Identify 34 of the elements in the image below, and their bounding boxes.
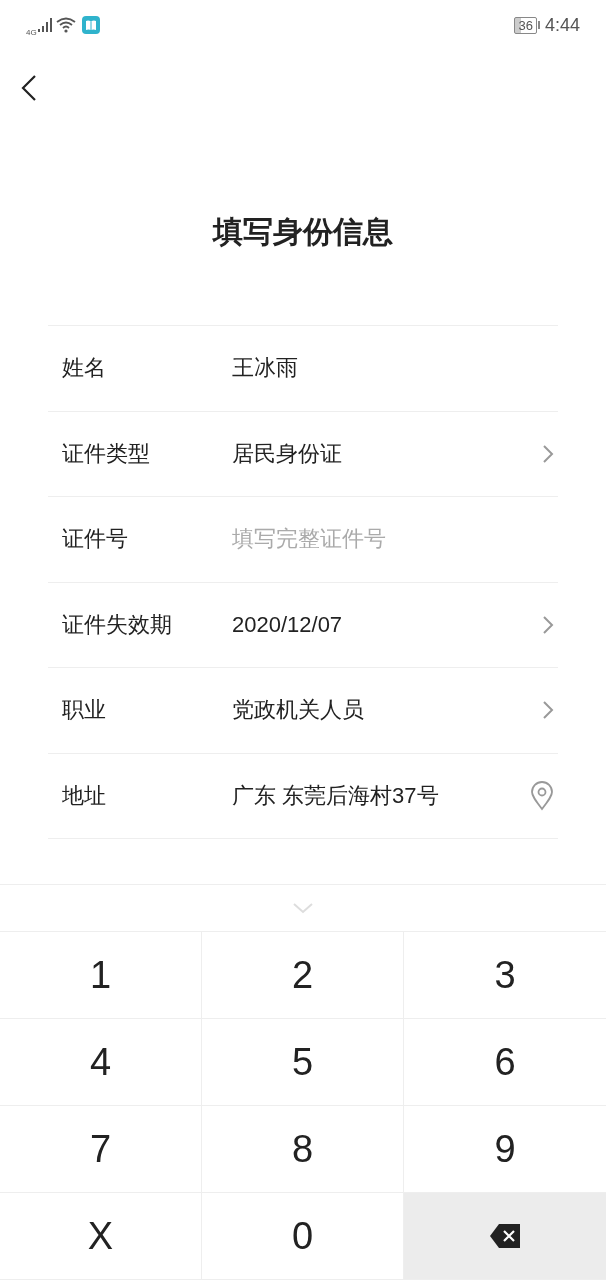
chevron-right-icon [542, 443, 554, 464]
location-pin-icon[interactable] [530, 780, 554, 811]
clock: 4:44 [544, 14, 580, 36]
key-button[interactable]: 4 [0, 1019, 202, 1106]
input-field[interactable]: 填写完整证件号 [232, 524, 558, 555]
field-value[interactable]: 居民身份证 [232, 438, 542, 469]
field-label: 证件号 [62, 525, 129, 554]
field-label: 证件类型 [62, 439, 151, 468]
page-title: 填写身份信息 [213, 213, 393, 251]
field-value[interactable]: 广东 东莞后海村37号 [232, 780, 530, 811]
chevron-right-icon [542, 614, 554, 635]
key-button[interactable]: 5 [202, 1019, 404, 1106]
wifi-icon [55, 17, 78, 33]
network-label: 4G [26, 27, 37, 37]
field-label: 证件失效期 [62, 610, 173, 639]
key-button[interactable]: 0 [202, 1193, 404, 1280]
backspace-icon [490, 1224, 520, 1248]
key-button[interactable]: 8 [202, 1106, 404, 1193]
key-button[interactable]: X [0, 1193, 202, 1280]
field-value[interactable]: 王冰雨 [232, 353, 558, 384]
key-button[interactable]: 7 [0, 1106, 202, 1193]
field-value[interactable]: 党政机关人员 [232, 695, 542, 726]
book-app-icon [81, 16, 100, 34]
key-button[interactable]: 2 [202, 932, 404, 1019]
back-icon[interactable] [20, 73, 38, 102]
signal-icon [37, 18, 52, 32]
field-value[interactable]: 2020/12/07 [232, 611, 542, 638]
field-label: 姓名 [62, 354, 107, 383]
field-label: 职业 [62, 696, 107, 725]
chevron-right-icon [542, 700, 554, 721]
battery-level: 36 [514, 16, 537, 34]
backspace-key[interactable] [404, 1193, 606, 1280]
field-label: 地址 [62, 781, 107, 810]
key-button[interactable]: 1 [0, 932, 202, 1019]
